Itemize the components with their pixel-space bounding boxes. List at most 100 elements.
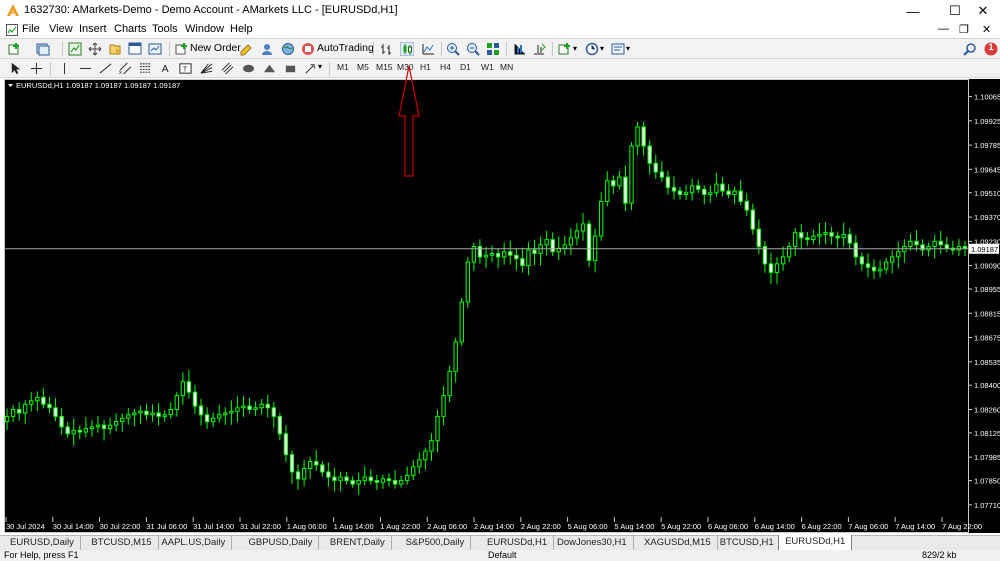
metaeditor-icon[interactable]	[238, 41, 254, 57]
price-chart[interactable]: 1.091871.100651.099251.097851.096451.095…	[4, 79, 1000, 533]
x-tick-label: 7 Aug 22:00	[942, 522, 982, 531]
candle-body	[665, 176, 671, 189]
candle-body	[696, 185, 701, 190]
new-chart-icon[interactable]	[7, 41, 23, 57]
ellipse-icon[interactable]	[240, 60, 256, 76]
auto-scroll-icon[interactable]	[531, 41, 547, 57]
indicators-dropdown-icon[interactable]: ▾	[573, 44, 577, 53]
notifications-bell-icon[interactable]: 1	[983, 41, 999, 57]
chart-tab[interactable]: EURUSDd,H1	[481, 536, 555, 550]
candle-body	[35, 396, 40, 402]
chart-shift-icon[interactable]	[511, 41, 527, 57]
menu-tools[interactable]: Tools	[152, 23, 178, 35]
tile-windows-icon[interactable]	[485, 41, 501, 57]
terminal-icon[interactable]	[127, 41, 143, 57]
menu-charts[interactable]: Charts	[114, 23, 146, 35]
timeframe-m5[interactable]: M5	[357, 62, 369, 72]
crosshair-icon[interactable]	[28, 60, 44, 76]
menu-window[interactable]: Window	[185, 23, 224, 35]
periods-dropdown-icon[interactable]: ▾	[600, 44, 604, 53]
x-tick-label: 7 Aug 14:00	[895, 522, 935, 531]
timeframe-h1[interactable]: H1	[420, 62, 431, 72]
timeframe-d1[interactable]: D1	[460, 62, 471, 72]
chart-tab[interactable]: DowJones30,H1	[551, 536, 634, 550]
chart-window-icon[interactable]	[6, 24, 18, 36]
chart-window[interactable]: 1.09187 1.10065 1.09925 1.09785 1.09645 1.095…	[4, 79, 1000, 533]
candle-body	[350, 480, 355, 485]
horizontal-line-icon[interactable]	[77, 60, 93, 76]
y-tick-label: 1.07710	[974, 501, 1000, 510]
indicators-icon[interactable]	[557, 41, 573, 57]
timeframe-mn[interactable]: MN	[500, 62, 513, 72]
candle-body	[417, 459, 422, 468]
chart-tab[interactable]: EURUSDd,H1	[778, 535, 853, 551]
new-order-button[interactable]: New Order	[190, 42, 241, 54]
timeframe-m1[interactable]: M1	[337, 62, 349, 72]
bar-chart-icon[interactable]	[378, 41, 394, 57]
chart-tab[interactable]: BTCUSD,M15	[85, 536, 159, 550]
autotrading-icon[interactable]	[300, 41, 316, 57]
candle-body	[120, 417, 125, 423]
crosshair-move-icon[interactable]	[87, 41, 103, 57]
candlesticks-icon[interactable]	[399, 41, 415, 57]
chart-tab[interactable]: BRENT,Daily	[324, 536, 392, 550]
navigator-icon[interactable]	[107, 41, 123, 57]
chart-tab[interactable]: BTCUSD,H1	[714, 536, 781, 550]
menu-insert[interactable]: Insert	[79, 23, 107, 35]
menu-help[interactable]: Help	[230, 23, 253, 35]
y-tick-label: 1.08400	[974, 381, 1000, 390]
close-window-button[interactable]: ✕	[966, 0, 1000, 22]
equidistant-channel-icon[interactable]: x	[117, 60, 133, 76]
chart-tab[interactable]: GBPUSD,Daily	[243, 536, 320, 550]
menu-file[interactable]: File	[22, 23, 40, 35]
templates-dropdown-icon[interactable]: ▾	[626, 44, 630, 53]
mdi-restore-button[interactable]: ❐	[959, 23, 969, 36]
templates-icon[interactable]	[610, 41, 626, 57]
arrows-dropdown-icon[interactable]: ▾	[318, 62, 322, 71]
candle-body	[180, 381, 186, 397]
candle-body	[47, 403, 52, 409]
minimize-window-button[interactable]: —	[896, 0, 930, 22]
chart-tab[interactable]: XAGUSDd,M15	[638, 536, 718, 550]
vertical-line-icon[interactable]	[56, 60, 72, 76]
menu-view[interactable]: View	[49, 23, 73, 35]
text-tool-icon[interactable]: A	[157, 60, 173, 76]
timeframe-w1[interactable]: W1	[481, 62, 494, 72]
zoom-out-icon[interactable]	[465, 41, 481, 57]
timeframe-h4[interactable]: H4	[440, 62, 451, 72]
trendline-icon[interactable]	[97, 60, 113, 76]
chart-tab[interactable]: AAPL.US,Daily	[155, 536, 233, 550]
arrows-icon[interactable]	[302, 60, 318, 76]
timeframe-m15[interactable]: M15	[376, 62, 393, 72]
rectangle-icon[interactable]	[282, 60, 298, 76]
periods-clock-icon[interactable]	[584, 41, 600, 57]
text-label-icon[interactable]: T	[177, 60, 193, 76]
chart-tab[interactable]: EURUSD,Daily	[4, 536, 81, 550]
search-icon[interactable]	[962, 41, 978, 57]
signals-globe-icon[interactable]	[280, 41, 296, 57]
triangle-icon[interactable]	[261, 60, 277, 76]
y-tick-label: 1.08535	[974, 358, 1000, 367]
new-order-icon[interactable]	[174, 41, 190, 57]
mdi-close-button[interactable]: ✕	[982, 23, 991, 36]
timeframe-m30[interactable]: M30	[397, 62, 414, 72]
profiles-icon[interactable]	[35, 41, 51, 57]
fibonacci-icon[interactable]	[137, 60, 153, 76]
candle-body	[768, 263, 774, 274]
cursor-arrow-icon[interactable]	[7, 60, 23, 76]
channel-icon[interactable]	[219, 60, 235, 76]
candle-body	[580, 223, 586, 232]
candle-body	[629, 145, 634, 204]
candle-body	[532, 249, 537, 254]
chart-tab[interactable]: S&P500,Daily	[400, 536, 472, 550]
zoom-in-icon[interactable]	[445, 41, 461, 57]
gann-fan-icon[interactable]	[198, 60, 214, 76]
autotrading-button[interactable]: AutoTrading	[317, 42, 374, 54]
candle-body	[253, 407, 258, 411]
market-watch-icon[interactable]	[67, 41, 83, 57]
community-icon[interactable]	[259, 41, 275, 57]
line-chart-icon[interactable]	[420, 41, 436, 57]
title-bar: 1632730: AMarkets-Demo - Demo Account - …	[0, 0, 1000, 22]
strategy-tester-icon[interactable]	[147, 41, 163, 57]
mdi-minimize-button[interactable]: —	[938, 23, 949, 35]
